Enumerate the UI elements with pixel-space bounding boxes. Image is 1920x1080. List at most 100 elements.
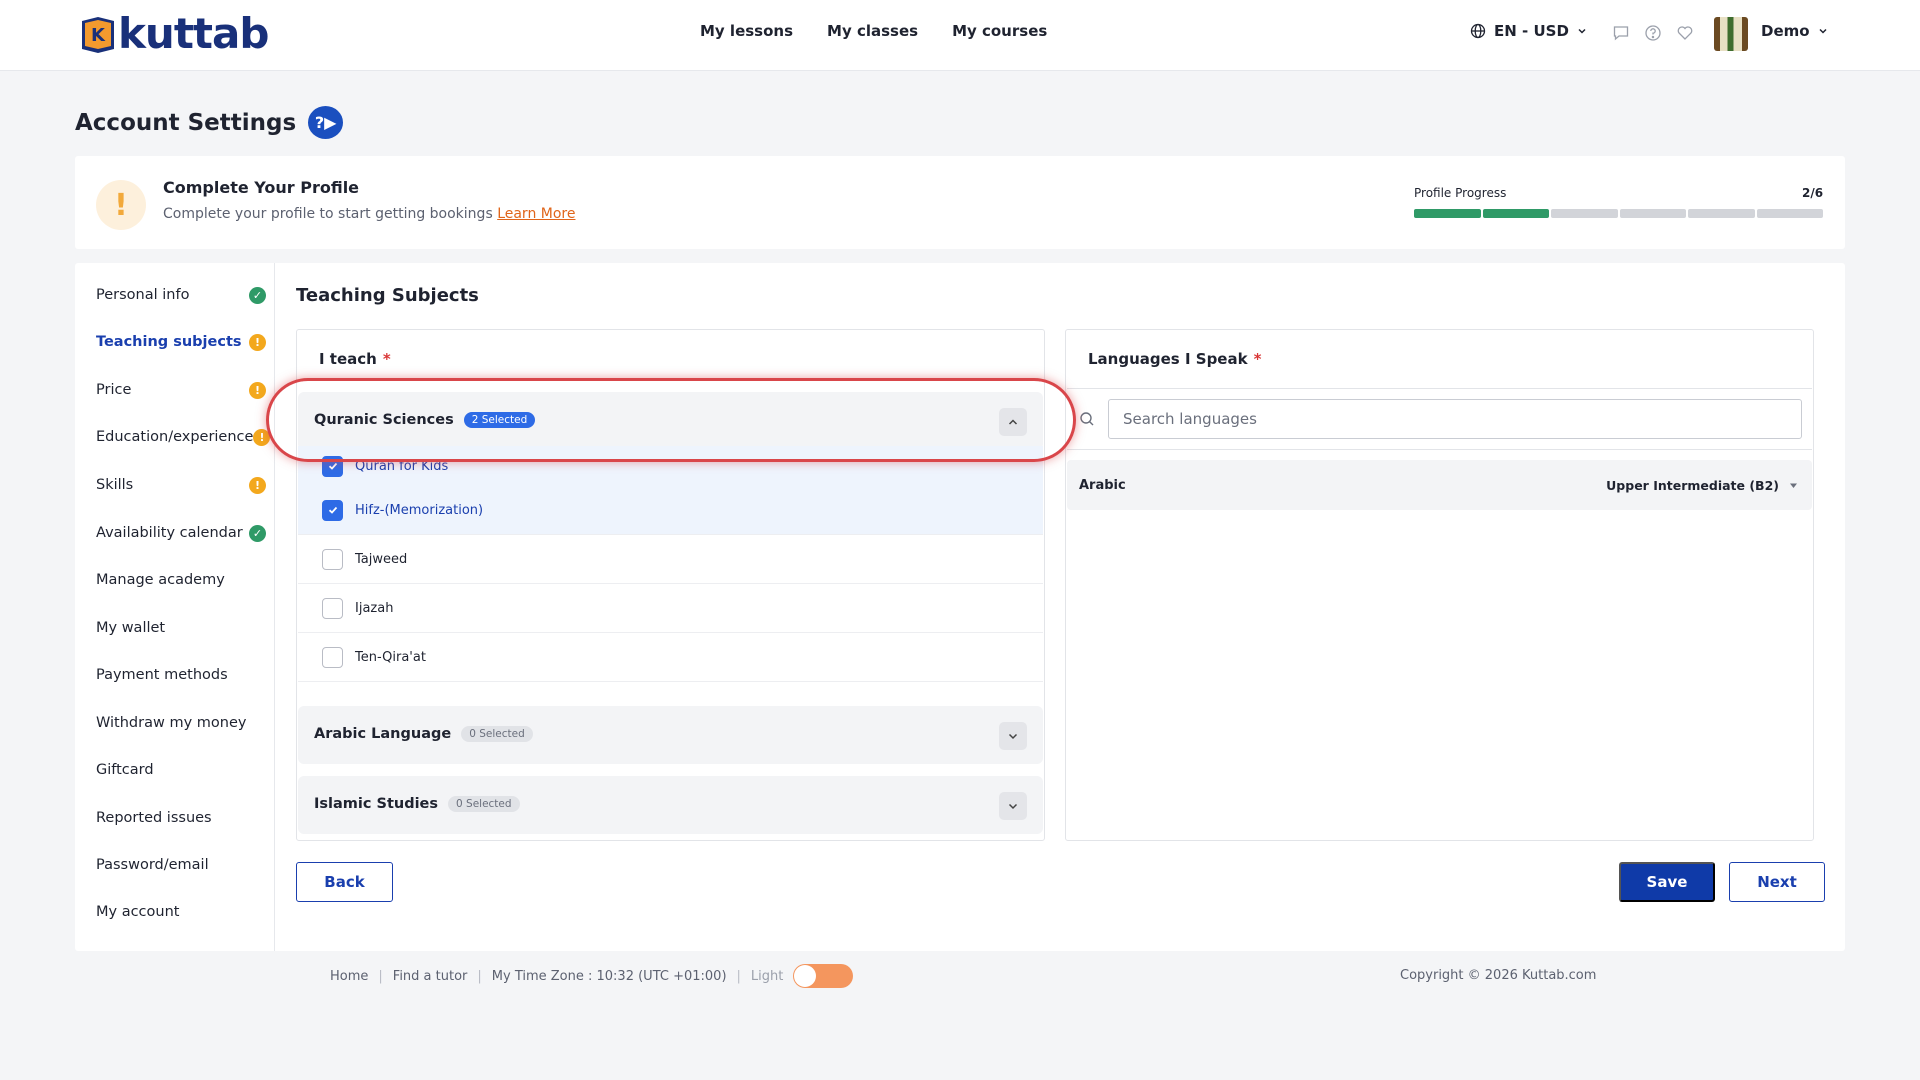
sidebar-item-availability-calendar[interactable]: Availability calendar ✓ (96, 521, 266, 545)
sidebar-item-giftcard[interactable]: Giftcard (96, 758, 266, 782)
selected-count-badge: 0 Selected (461, 726, 533, 742)
sidebar-item-teaching-subjects[interactable]: Teaching subjects! (96, 330, 266, 354)
sidebar-item-price[interactable]: Price! (96, 378, 266, 402)
language-level-select[interactable]: Upper Intermediate (B2) (1606, 478, 1798, 493)
selected-count-badge: 2 Selected (463, 412, 536, 428)
copyright-text: Copyright © 2026 Kuttab.com (1400, 968, 1597, 983)
sidebar-item-payment-methods[interactable]: Payment methods (96, 663, 266, 687)
sidebar-item-label: My account (96, 904, 180, 920)
warning-circle-icon: ! (249, 333, 266, 351)
nav-my-courses[interactable]: My courses (952, 22, 1047, 40)
sidebar-item-label: Withdraw my money (96, 715, 247, 731)
search-icon (1080, 412, 1094, 426)
globe-icon (1470, 23, 1486, 39)
footer-find-tutor-link[interactable]: Find a tutor (393, 969, 468, 984)
option-ten-qiraat[interactable]: Ten-Qira'at (298, 633, 1043, 682)
profile-progress-bar (1414, 209, 1823, 218)
search-languages-input[interactable] (1108, 399, 1802, 439)
sidebar-item-label: Password/email (96, 857, 209, 873)
option-label: Tajweed (355, 551, 408, 567)
option-ijazah[interactable]: Ijazah (298, 584, 1043, 633)
language-name: Arabic (1079, 477, 1126, 493)
progress-segment-pending (1688, 209, 1755, 218)
accordion-islamic-studies[interactable]: Islamic Studies 0 Selected (298, 776, 1043, 834)
locale-selector[interactable]: EN - USD (1470, 22, 1587, 40)
warning-circle-icon: ! (249, 476, 266, 494)
help-video-icon[interactable]: ?▶ (308, 106, 344, 139)
sidebar-item-reported-issues[interactable]: Reported issues (96, 806, 266, 830)
sidebar-item-password-email[interactable]: Password/email (96, 853, 266, 877)
option-label: Quran for Kids (355, 458, 449, 474)
sidebar-item-my-wallet[interactable]: My wallet (96, 616, 266, 640)
teach-label: I teach * (319, 350, 391, 368)
user-menu[interactable]: Demo (1761, 22, 1828, 40)
languages-label: Languages I Speak * (1088, 350, 1261, 368)
next-button[interactable]: Next (1729, 862, 1825, 902)
accordion-title: Quranic Sciences 2 Selected (314, 412, 536, 428)
progress-segment-complete (1414, 209, 1481, 218)
chat-icon[interactable] (1612, 24, 1630, 42)
footer-separator: | (477, 968, 482, 984)
checkbox-checked[interactable] (322, 499, 343, 521)
accordion-arabic-language[interactable]: Arabic Language 0 Selected (298, 706, 1043, 764)
checkbox-checked[interactable] (322, 455, 343, 477)
sidebar-item-skills[interactable]: Skills! (96, 473, 266, 497)
header-icons (1612, 24, 1694, 42)
chevron-down-icon[interactable] (999, 792, 1027, 820)
learn-more-link[interactable]: Learn More (497, 206, 575, 222)
checkbox-unchecked[interactable] (322, 646, 343, 668)
languages-panel: Languages I Speak * Arabic Upper Intermed… (1065, 329, 1814, 841)
sidebar-item-withdraw-my-money[interactable]: Withdraw my money (96, 711, 266, 735)
sidebar-item-label: Personal info (96, 287, 190, 303)
nav-my-classes[interactable]: My classes (827, 22, 918, 40)
kuttab-logo[interactable]: K kuttab (78, 12, 269, 56)
required-mark: * (382, 350, 391, 368)
sidebar-item-label: Teaching subjects (96, 334, 242, 350)
accordion-title: Arabic Language 0 Selected (314, 726, 533, 742)
option-hifz[interactable]: Hifz-(Memorization) (298, 486, 1043, 535)
footer-timezone: My Time Zone : 10:32 (UTC +01:00) (491, 968, 727, 984)
option-tajweed[interactable]: Tajweed (298, 535, 1043, 584)
save-button[interactable]: Save (1619, 862, 1715, 902)
warning-circle-icon: ! (249, 381, 266, 399)
teach-panel: I teach * Quranic Sciences 2 Selected Qur… (296, 329, 1045, 841)
teach-label-text: I teach (319, 350, 377, 368)
page-title: Account Settings ?▶ (75, 106, 344, 139)
chevron-down-icon (1578, 28, 1586, 34)
chevron-down-icon[interactable] (999, 722, 1027, 750)
sidebar-item-label: Giftcard (96, 762, 154, 778)
sidebar-item-my-account[interactable]: My account (96, 900, 266, 924)
sidebar-item-education-experience[interactable]: Education/experience! (96, 425, 271, 449)
nav-my-lessons[interactable]: My lessons (700, 22, 793, 40)
section-title: Teaching Subjects (296, 285, 479, 306)
help-icon[interactable] (1644, 24, 1662, 42)
sidebar-item-personal-info[interactable]: Personal info ✓ (96, 283, 266, 307)
footer: Home | Find a tutor | My Time Zone : 10:… (330, 964, 854, 988)
accordion-title-text: Arabic Language (314, 726, 452, 742)
theme-toggle[interactable] (793, 964, 854, 988)
sidebar-item-label: Price (96, 382, 132, 398)
back-button[interactable]: Back (296, 862, 393, 902)
heart-icon[interactable] (1676, 24, 1694, 42)
warning-circle-icon: ! (253, 428, 271, 446)
avatar[interactable] (1714, 17, 1748, 51)
profile-completion-card: ! Complete Your Profile Complete your pr… (75, 156, 1845, 249)
chevron-up-icon[interactable] (999, 408, 1027, 436)
accordion-quranic-sciences[interactable]: Quranic Sciences 2 Selected (298, 392, 1043, 450)
footer-separator: | (736, 968, 741, 984)
sidebar-item-manage-academy[interactable]: Manage academy (96, 568, 266, 592)
checkbox-unchecked[interactable] (322, 597, 343, 619)
footer-home-link[interactable]: Home (330, 969, 368, 984)
language-level-value: Upper Intermediate (B2) (1606, 477, 1779, 493)
check-circle-icon: ✓ (249, 524, 266, 542)
main-nav: My lessons My classes My courses (700, 22, 1047, 40)
selected-count-badge: 0 Selected (448, 796, 520, 812)
locale-label: EN - USD (1494, 22, 1569, 40)
caret-down-icon (1790, 483, 1797, 488)
chevron-down-icon (1819, 28, 1827, 34)
checkbox-unchecked[interactable] (322, 548, 343, 570)
language-row-arabic: Arabic Upper Intermediate (B2) (1067, 460, 1812, 510)
footer-separator: | (378, 968, 383, 984)
settings-card: Personal info ✓ Teaching subjects! Price! Ed… (75, 263, 1845, 951)
option-quran-for-kids[interactable]: Quran for Kids (298, 446, 1043, 486)
